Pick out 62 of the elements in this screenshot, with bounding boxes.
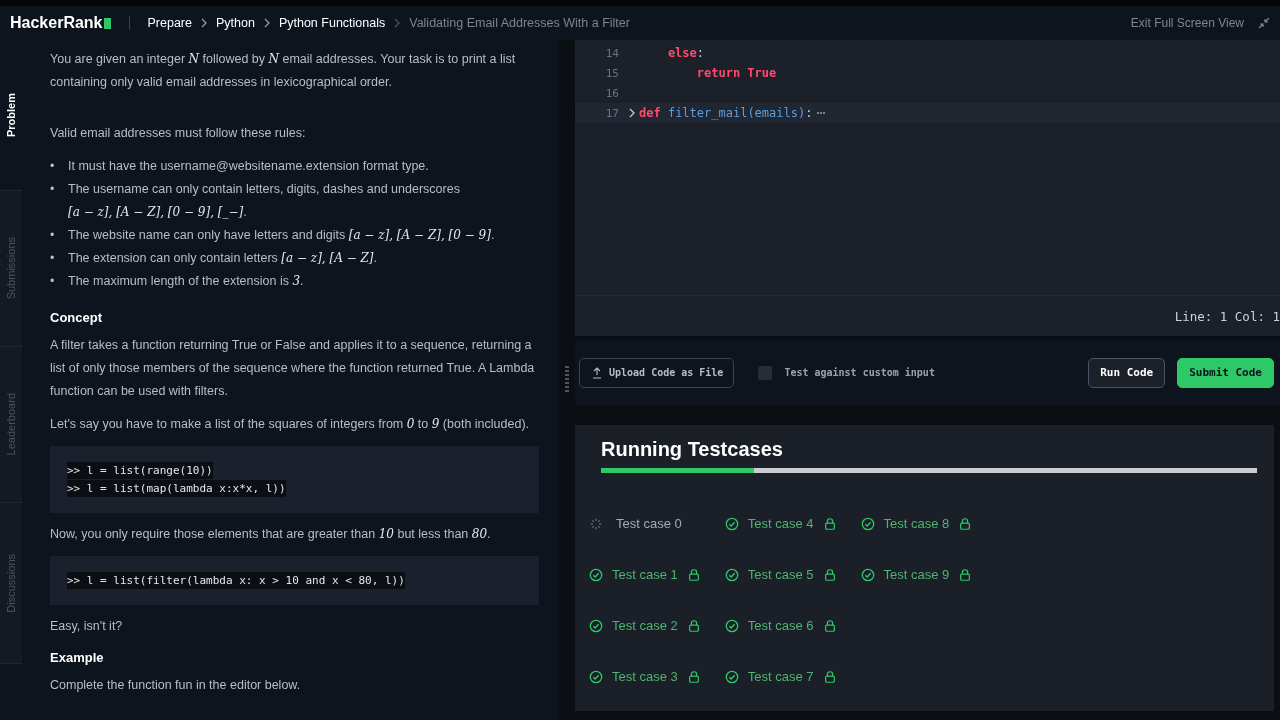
section-heading: Example	[50, 649, 105, 667]
collapse-icon[interactable]	[1258, 17, 1270, 29]
code-token: filter_mail(emails)	[667, 106, 806, 120]
line-number: 16	[604, 86, 619, 100]
chevron-right-icon	[262, 18, 271, 28]
bullet-marker: •	[50, 227, 56, 244]
test-case-label[interactable]: Test case 3	[612, 669, 678, 684]
upload-icon	[592, 366, 602, 379]
paragraph: Let's say you have to make a list of the squares of integers from 0 to 9 (both included).	[50, 416, 531, 433]
test-case-label[interactable]: Test case 4	[747, 516, 814, 531]
chevron-right-icon	[200, 18, 208, 28]
code-token: def	[639, 106, 662, 120]
resize-handle[interactable]	[564, 366, 569, 394]
breadcrumb-link[interactable]: Validating Email Addresses With a Filter	[409, 16, 630, 30]
side-tab[interactable]: Problem	[5, 93, 17, 137]
test-case-label[interactable]: Test case 5	[747, 567, 814, 582]
chevron-right-icon	[393, 18, 402, 28]
submit-button[interactable]: Submit Code	[1177, 357, 1274, 388]
paragraph: A filter takes a function returning True or False and applies it to a sequence, returning a list of only those members of the sequence where the function returned True. A Lambda function can be used with filters.	[50, 337, 536, 400]
chevron-right-icon[interactable]	[627, 107, 637, 119]
line-number: 17	[604, 106, 619, 120]
bullet-marker: •	[50, 181, 56, 198]
exit-fullscreen-link[interactable]: Exit Full Screen View	[1130, 16, 1244, 30]
bullet-marker: •	[50, 158, 56, 175]
logo[interactable]: HackerRank	[10, 14, 111, 32]
rule-item: The extension can only contain letters [a − z], [A − Z].	[68, 250, 377, 267]
rule-item: The username can only contain letters, digits, dashes and underscores [a − z], [A − Z], [0 − 9], [_−].	[68, 181, 460, 221]
line-number: 15	[604, 66, 619, 80]
test-case-label[interactable]: Test case 1	[612, 567, 678, 582]
results-title: Running Testcases	[601, 437, 784, 461]
breadcrumb-link[interactable]: Python	[216, 16, 255, 30]
line-number: 14	[604, 46, 619, 60]
paragraph: Complete the function fun in the editor below.	[50, 677, 302, 694]
test-case-label[interactable]: Test case 7	[747, 669, 814, 684]
ellipsis-icon	[816, 111, 827, 115]
run-button[interactable]: Run Code	[1088, 357, 1166, 388]
paragraph: Easy, isn't it?	[50, 618, 124, 635]
test-case-label[interactable]: Test case 0	[616, 516, 682, 531]
rule-item: It must have the username@websitename.extension format type.	[68, 158, 429, 175]
section-heading: Concept	[50, 309, 103, 327]
paragraph: Now, you only require those elements that are greater than 10 but less than 80.	[50, 526, 492, 543]
checkbox[interactable]	[758, 365, 773, 380]
test-case-label[interactable]: Test case 6	[747, 618, 814, 633]
code-token: :	[696, 46, 705, 60]
code-token: else	[666, 46, 697, 60]
paragraph: You are given an integer N followed by N email addresses. Your task is to print a list containing only valid email addresses in lexicographical order.	[50, 51, 517, 91]
code-token: return True	[695, 66, 777, 80]
test-case-label[interactable]: Test case 9	[883, 567, 950, 582]
paragraph: Valid email addresses must follow these rules:	[50, 125, 307, 142]
bullet-marker: •	[50, 273, 56, 290]
rule-item: The website name can only have letters and digits [a − z], [A − Z], [0 − 9].	[68, 227, 495, 244]
code-token: :	[805, 106, 813, 120]
rule-item: The maximum length of the extension is 3.	[68, 273, 304, 290]
test-case-label[interactable]: Test case 8	[883, 516, 950, 531]
breadcrumb-link[interactable]: Prepare	[147, 16, 192, 30]
upload-button[interactable]: Upload Code as File	[579, 357, 735, 388]
bullet-marker: •	[50, 250, 56, 267]
cursor-position: Line: 1 Col: 1	[1174, 308, 1280, 324]
checkbox-label: Test against custom input	[784, 367, 936, 378]
test-case-label[interactable]: Test case 2	[612, 618, 678, 633]
code-editor[interactable]: 14 else: 15 return True 16 17 def filter_mail(emails):	[575, 40, 1280, 295]
breadcrumb-link[interactable]: Python Functionals	[278, 16, 386, 30]
